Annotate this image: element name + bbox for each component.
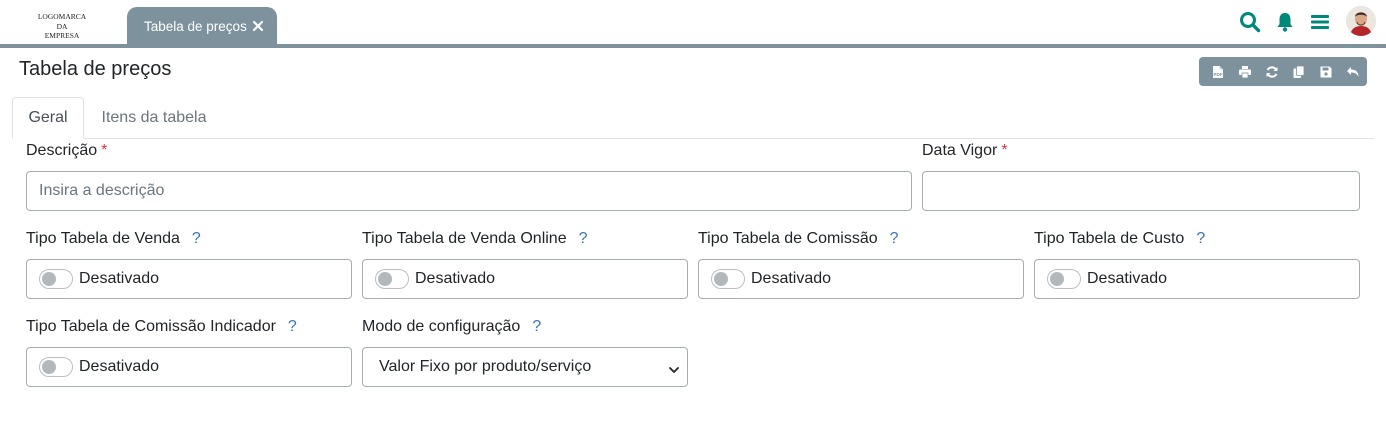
tipo-tabela-venda-online-switch[interactable] xyxy=(375,269,409,289)
help-icon[interactable]: ? xyxy=(890,230,899,247)
tipo-tabela-venda-online-label-text: Tipo Tabela de Venda Online xyxy=(362,230,567,247)
required-marker: * xyxy=(101,142,108,159)
help-icon[interactable]: ? xyxy=(1196,230,1205,247)
top-bar: LOGOMARCA DA EMPRESA Tabela de preços xyxy=(0,0,1386,45)
help-icon[interactable]: ? xyxy=(288,318,297,335)
tab-itens-da-tabela[interactable]: Itens da tabela xyxy=(87,97,221,139)
document-tab[interactable]: Tabela de preços xyxy=(127,7,277,45)
avatar[interactable] xyxy=(1346,6,1376,36)
search-icon[interactable] xyxy=(1238,10,1262,34)
logo-line: EMPRESA xyxy=(44,31,80,40)
tipo-tabela-comissao-field: Desativado xyxy=(698,259,1024,299)
tipo-tabela-venda-label-text: Tipo Tabela de Venda xyxy=(26,230,180,247)
modo-configuracao-value: Valor Fixo por produto/serviço xyxy=(379,358,592,375)
tipo-tabela-comissao-indicador-label: Tipo Tabela de Comissão Indicador? xyxy=(26,318,297,336)
tipo-tabela-venda-field: Desativado xyxy=(26,259,352,299)
modo-configuracao-label: Modo de configuração? xyxy=(362,318,541,336)
tipo-tabela-venda-online-label: Tipo Tabela de Venda Online? xyxy=(362,230,588,248)
help-icon[interactable]: ? xyxy=(192,230,201,247)
company-logo[interactable]: LOGOMARCA DA EMPRESA xyxy=(30,12,94,41)
tipo-tabela-venda-label: Tipo Tabela de Venda? xyxy=(26,230,201,248)
tipo-tabela-custo-field: Desativado xyxy=(1034,259,1360,299)
action-toolbar: PDF xyxy=(1199,57,1367,86)
document-tab-label: Tabela de preços xyxy=(144,18,247,34)
tipo-tabela-comissao-indicador-label-text: Tipo Tabela de Comissão Indicador xyxy=(26,318,276,335)
menu-icon[interactable] xyxy=(1308,10,1332,34)
data-vigor-label-text: Data Vigor xyxy=(922,142,998,159)
tipo-tabela-comissao-indicador-field: Desativado xyxy=(26,347,352,387)
help-icon[interactable]: ? xyxy=(579,230,588,247)
logo-line: LOGOMARCA xyxy=(37,12,87,21)
toggle-state-label: Desativado xyxy=(79,270,160,287)
tipo-tabela-venda-online-field: Desativado xyxy=(362,259,688,299)
chevron-down-icon xyxy=(669,362,679,373)
data-vigor-input[interactable] xyxy=(922,171,1360,211)
toggle-state-label: Desativado xyxy=(1087,270,1168,287)
modo-configuracao-label-text: Modo de configuração xyxy=(362,318,521,335)
undo-icon[interactable] xyxy=(1340,57,1367,86)
close-icon[interactable] xyxy=(251,19,265,33)
descricao-label-text: Descrição xyxy=(26,142,98,159)
tab-geral[interactable]: Geral xyxy=(12,97,84,139)
help-icon[interactable]: ? xyxy=(532,318,541,335)
descricao-input[interactable] xyxy=(26,171,912,211)
tipo-tabela-custo-switch[interactable] xyxy=(1047,269,1081,289)
save-icon[interactable] xyxy=(1313,57,1340,86)
tipo-tabela-comissao-label-text: Tipo Tabela de Comissão xyxy=(698,230,878,247)
toggle-state-label: Desativado xyxy=(751,270,832,287)
tipo-tabela-custo-label-text: Tipo Tabela de Custo xyxy=(1034,230,1185,247)
required-marker: * xyxy=(1001,142,1008,159)
data-vigor-label: Data Vigor * xyxy=(922,142,1008,160)
bell-icon[interactable] xyxy=(1273,10,1297,34)
pdf-icon[interactable]: PDF xyxy=(1204,57,1231,86)
tipo-tabela-comissao-label: Tipo Tabela de Comissão? xyxy=(698,230,899,248)
logo-line: DA xyxy=(56,21,68,31)
refresh-icon[interactable] xyxy=(1258,57,1285,86)
copy-icon[interactable] xyxy=(1286,57,1313,86)
tipo-tabela-custo-label: Tipo Tabela de Custo? xyxy=(1034,230,1205,248)
modo-configuracao-select[interactable]: Valor Fixo por produto/serviço xyxy=(362,347,688,387)
tipo-tabela-comissao-switch[interactable] xyxy=(711,269,745,289)
page-title: Tabela de preços xyxy=(19,58,172,80)
toggle-state-label: Desativado xyxy=(79,358,160,375)
top-bar-divider xyxy=(0,44,1386,48)
print-icon[interactable] xyxy=(1231,57,1258,86)
toggle-state-label: Desativado xyxy=(415,270,496,287)
svg-text:PDF: PDF xyxy=(1213,72,1222,77)
tipo-tabela-comissao-indicador-switch[interactable] xyxy=(39,357,73,377)
descricao-label: Descrição * xyxy=(26,142,107,160)
tipo-tabela-venda-switch[interactable] xyxy=(39,269,73,289)
